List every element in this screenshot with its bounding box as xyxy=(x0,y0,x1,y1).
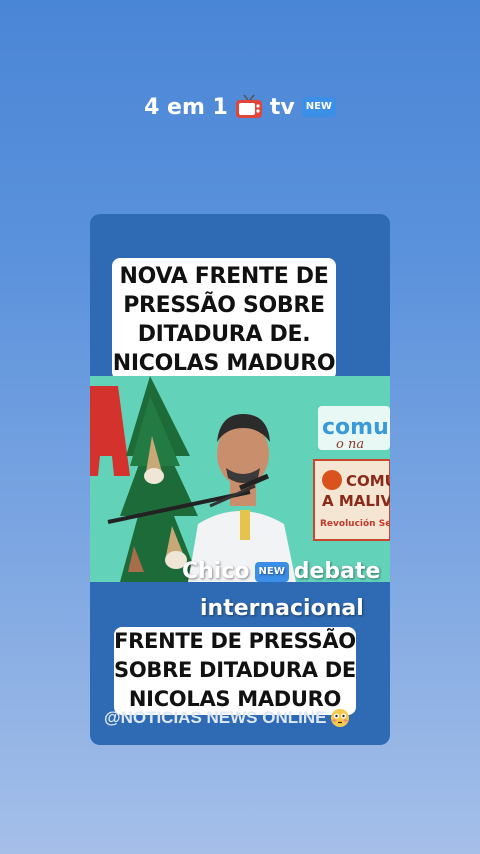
headline-bottom: FRENTE DE PRESSÃO SOBRE DITADURA DE NICO… xyxy=(114,627,356,715)
overlay-chico: Chico xyxy=(182,559,250,584)
photo-scene: comu o na COMU A MALIV Revolución Se xyxy=(90,376,390,582)
handle-text: @NOTICIAS NEWS ONLINE xyxy=(104,708,327,727)
headline-top-line: DITADURA DE. xyxy=(137,322,311,347)
board-line-1: COMU xyxy=(346,472,390,490)
story-header: 4 em 1 tv NEW xyxy=(0,94,480,120)
new-badge-icon: NEW xyxy=(254,561,289,582)
source-handle: @NOTICIAS NEWS ONLINE xyxy=(104,708,350,728)
overlay-line-1: Chico NEW debate xyxy=(182,559,380,584)
new-badge-icon: NEW xyxy=(301,97,336,117)
board-line-3: Revolución Se xyxy=(320,518,390,529)
headline-top-line: NICOLAS MADURO xyxy=(112,351,336,376)
board-line-2: A MALIV xyxy=(322,492,390,510)
television-icon xyxy=(235,94,263,120)
flushed-face-icon xyxy=(330,708,350,728)
headline-top-line: PRESSÃO SOBRE xyxy=(123,293,325,318)
news-photo[interactable]: comu o na COMU A MALIV Revolución Se xyxy=(90,376,390,582)
headline-bottom-line: SOBRE DITADURA DE xyxy=(114,658,356,682)
sign-top-sub-text: o na xyxy=(336,437,364,452)
headline-bottom-line: FRENTE DE PRESSÃO xyxy=(114,629,356,653)
headline-top-line: NOVA FRENTE DE xyxy=(119,264,329,289)
overlay-debate: debate xyxy=(293,559,381,584)
headline-top: NOVA FRENTE DE PRESSÃO SOBRE DITADURA DE… xyxy=(112,258,336,380)
news-card[interactable]: NOVA FRENTE DE PRESSÃO SOBRE DITADURA DE… xyxy=(90,214,390,745)
overlay-line-2: internacional xyxy=(200,596,364,621)
header-tv-label: tv xyxy=(269,94,295,120)
header-title: 4 em 1 xyxy=(144,94,228,120)
